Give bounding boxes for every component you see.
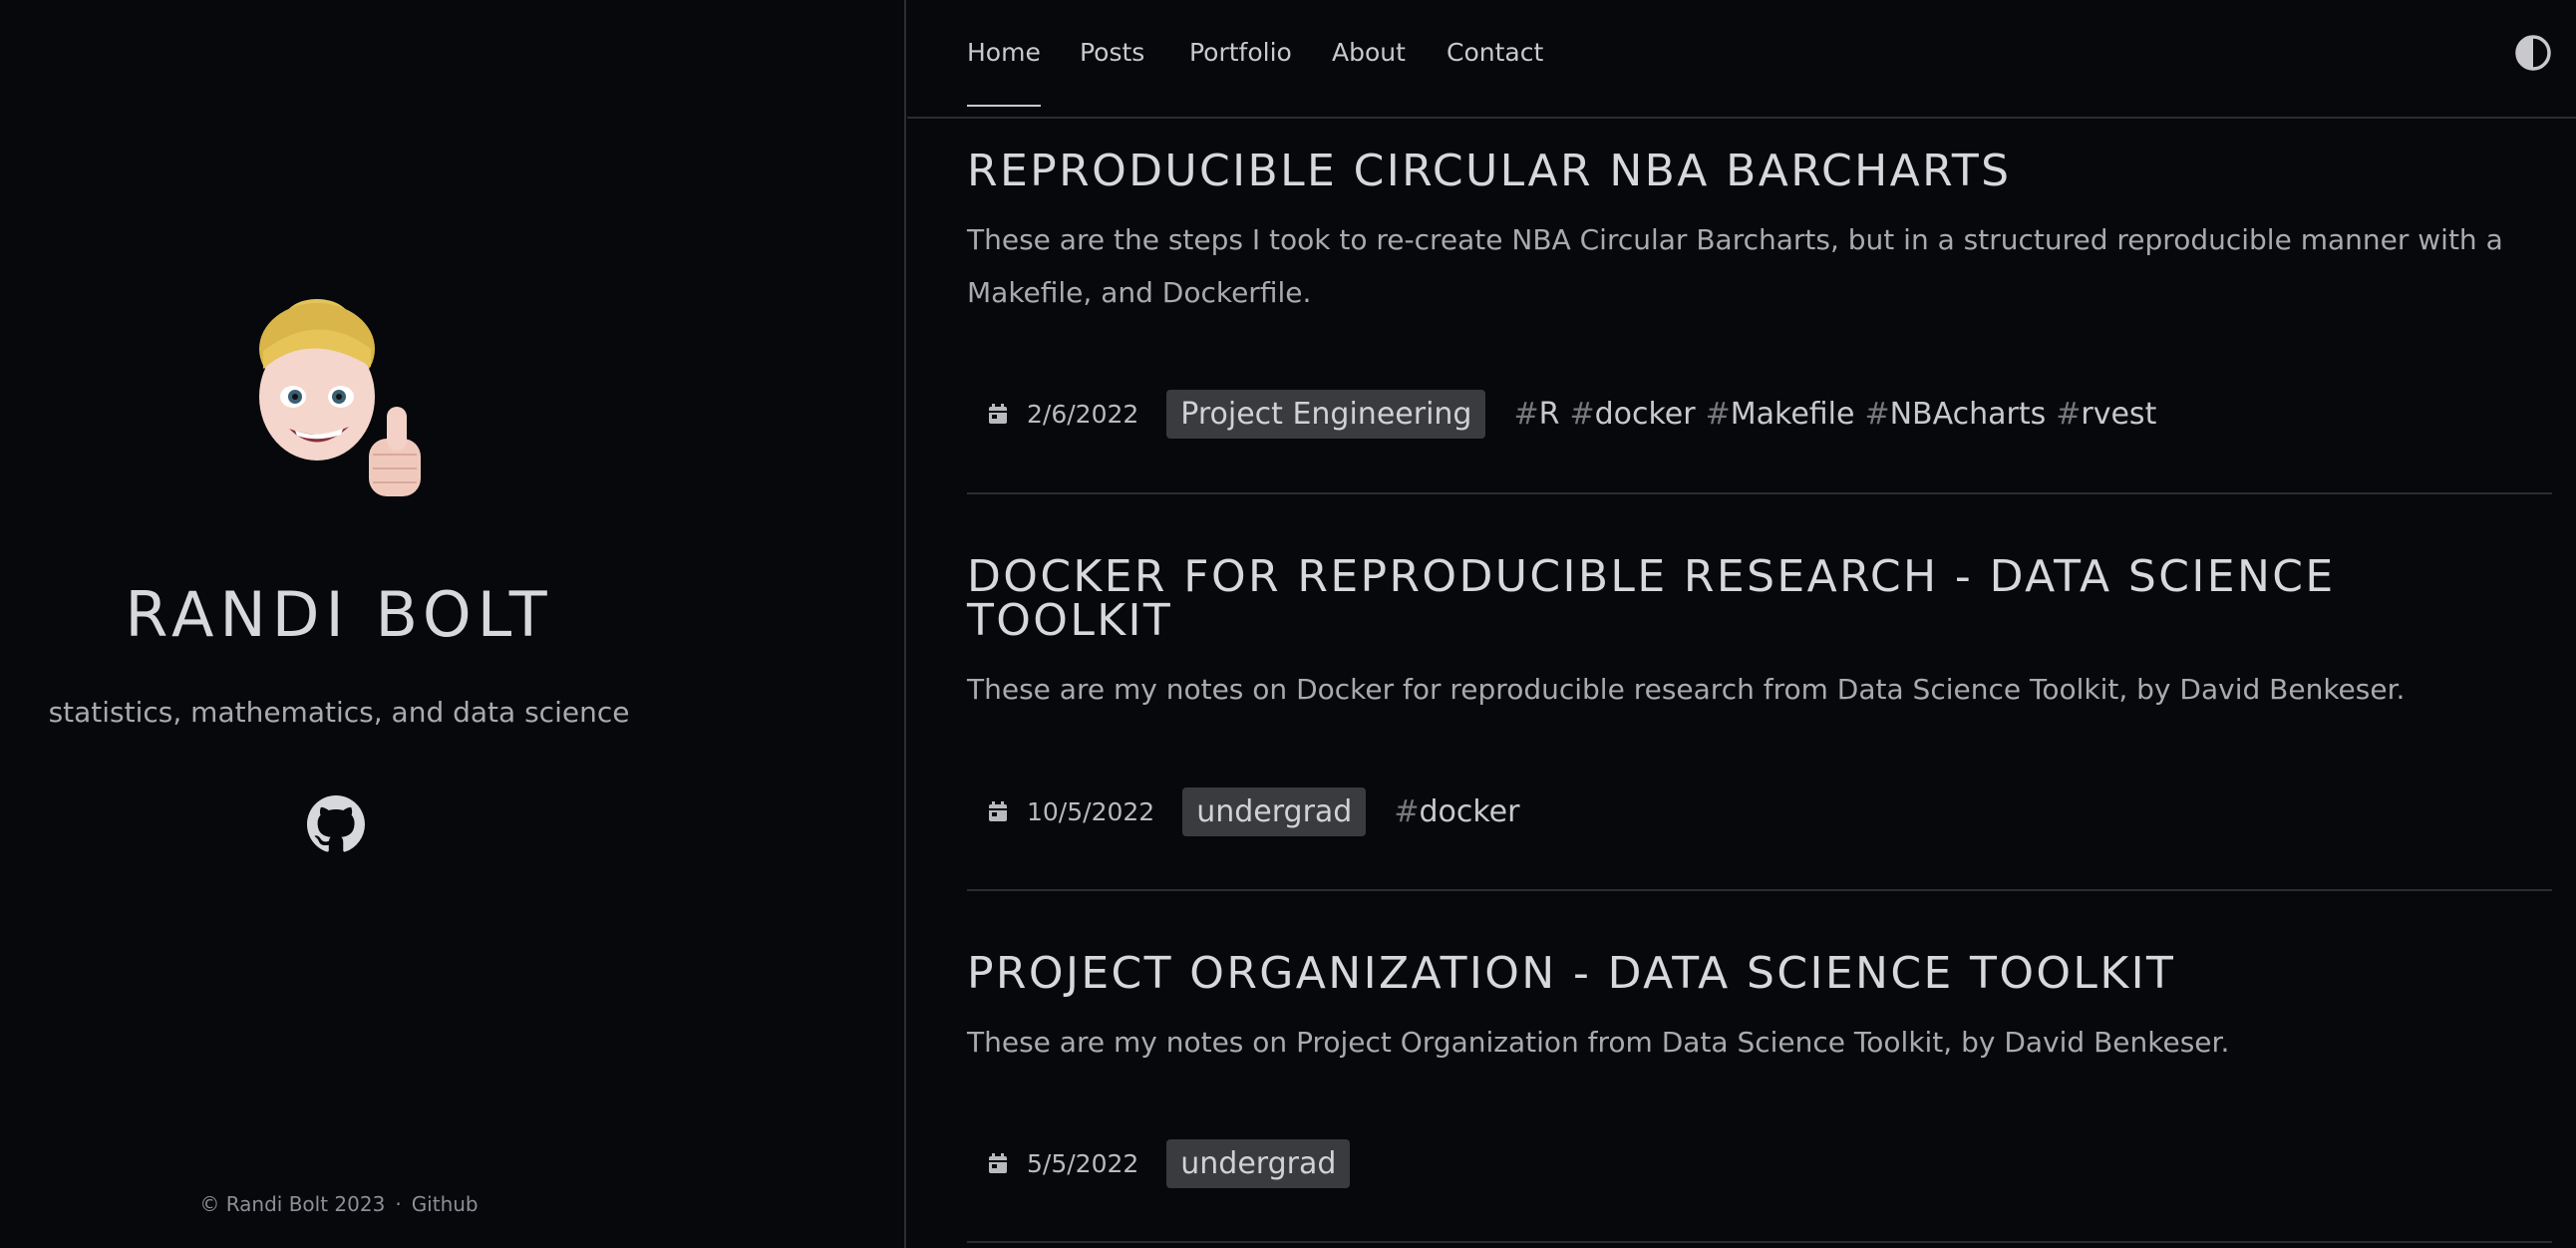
tag-link[interactable]: #Makefile [1706,397,1855,432]
tag-link[interactable]: #R [1513,397,1559,432]
post-date: 5/5/2022 [1027,1148,1139,1178]
sidebar-footer: © Randi Bolt 2023 · Github [0,1192,678,1216]
post-card: DOCKER FOR REPRODUCIBLE RESEARCH - DATA … [967,555,2552,716]
github-link[interactable] [307,795,365,853]
calendar-icon [989,801,1007,821]
tag-link[interactable]: #docker [1394,794,1519,829]
category-badge[interactable]: Project Engineering [1166,389,1486,439]
post-divider [967,889,2552,891]
post-summary: These are the steps I took to re-create … [967,223,2503,309]
post-meta: 5/5/2022 undergrad [987,1138,1378,1188]
nav-home[interactable]: Home [967,38,1041,107]
site-name: RANDI BOLT [125,578,553,651]
footer-github-link[interactable]: Github [412,1192,479,1216]
category-badge[interactable]: undergrad [1166,1138,1351,1188]
calendar-icon [989,404,1007,424]
post-card: PROJECT ORGANIZATION - DATA SCIENCE TOOL… [967,952,2552,1069]
tag-link[interactable]: #rvest [2056,397,2156,432]
post-summary: These are my notes on Docker for reprodu… [967,673,2406,706]
site-tagline: statistics, mathematics, and data scienc… [48,696,630,729]
top-navigation: Home Posts Portfolio About Contact [907,0,2576,119]
avatar [259,299,421,496]
post-summary: These are my notes on Project Organizati… [967,1026,2230,1059]
calendar-icon [989,1153,1007,1173]
nav-contact[interactable]: Contact [1447,38,1543,105]
post-meta: 10/5/2022 undergrad #docker [987,786,1529,836]
nav-about[interactable]: About [1332,38,1406,105]
post-date: 2/6/2022 [1027,399,1139,429]
post-card: REPRODUCIBLE CIRCULAR NBA BARCHARTS Thes… [967,150,2552,319]
tag-link[interactable]: #docker [1569,397,1695,432]
contrast-icon[interactable] [2514,34,2552,72]
nav-portfolio[interactable]: Portfolio [1189,38,1292,105]
post-meta: 2/6/2022 Project Engineering #R #docker … [987,389,2166,439]
post-title[interactable]: DOCKER FOR REPRODUCIBLE RESEARCH - DATA … [967,555,2552,643]
tag-link[interactable]: #NBAcharts [1864,397,2046,432]
footer-separator: · [395,1192,402,1216]
github-icon [307,795,365,852]
sidebar: RANDI BOLT statistics, mathematics, and … [0,0,906,1248]
post-title[interactable]: REPRODUCIBLE CIRCULAR NBA BARCHARTS [967,150,2552,193]
page: RANDI BOLT statistics, mathematics, and … [0,0,2576,1248]
post-date: 10/5/2022 [1027,796,1155,826]
post-title[interactable]: PROJECT ORGANIZATION - DATA SCIENCE TOOL… [967,952,2552,996]
post-divider [967,492,2552,494]
copyright-text: © Randi Bolt 2023 [199,1192,386,1216]
nav-posts[interactable]: Posts [1080,38,1144,105]
category-badge[interactable]: undergrad [1182,786,1367,836]
post-divider [967,1241,2552,1243]
